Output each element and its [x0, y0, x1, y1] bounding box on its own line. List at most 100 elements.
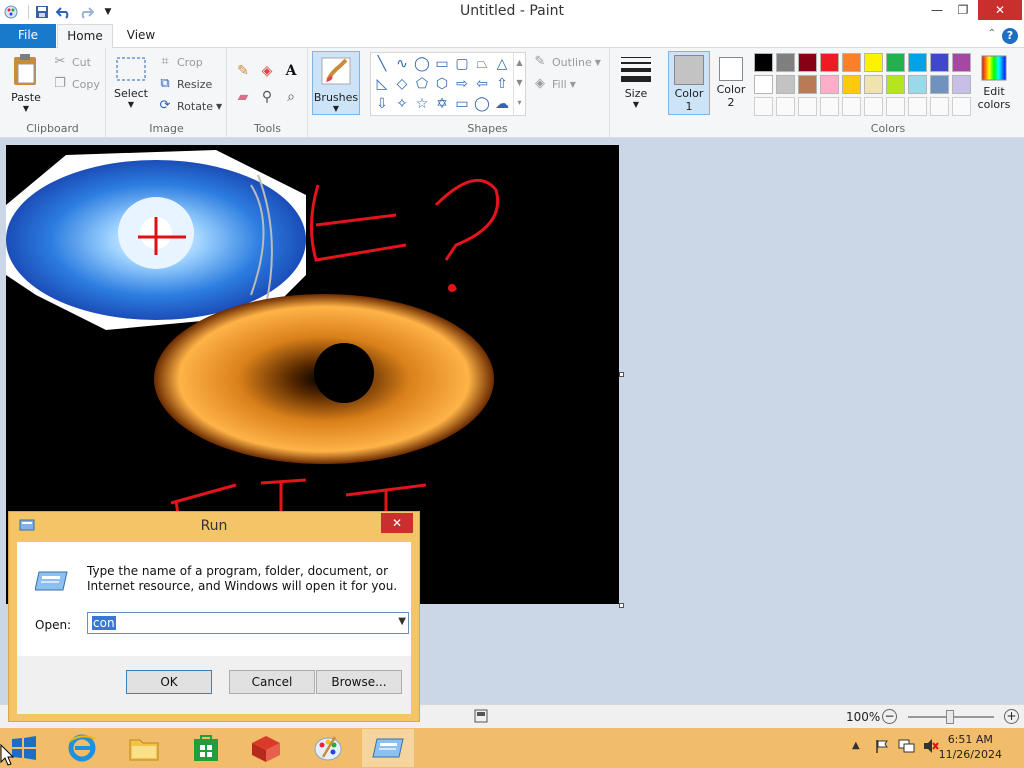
palette-custom-swatch[interactable] [908, 97, 927, 116]
palette-custom-swatch[interactable] [886, 97, 905, 116]
callout-oval-shape-icon[interactable]: ◯ [473, 95, 491, 113]
palette-swatch[interactable] [886, 53, 905, 72]
network-icon[interactable] [898, 738, 916, 757]
taskbar-file-explorer[interactable] [118, 729, 170, 767]
palette-swatch[interactable] [864, 75, 883, 94]
four-point-star-shape-icon[interactable]: ✧ [393, 95, 411, 113]
fill-button[interactable]: ◈ Fill ▼ [532, 76, 576, 92]
magnifier-icon[interactable]: ⌕ [282, 88, 300, 106]
rotate-button[interactable]: ⟳ Rotate ▼ [157, 98, 223, 114]
up-arrow-shape-icon[interactable]: ⇧ [493, 75, 511, 93]
polygon-shape-icon[interactable]: ⏢ [473, 55, 491, 73]
action-center-flag-icon[interactable] [874, 738, 890, 757]
resize-button[interactable]: ⧉ Resize [157, 76, 212, 92]
rectangle-shape-icon[interactable]: ▭ [433, 55, 451, 73]
minimize-ribbon-icon[interactable]: ⌃ [988, 28, 996, 39]
palette-custom-swatch[interactable] [798, 97, 817, 116]
diamond-shape-icon[interactable]: ◇ [393, 75, 411, 93]
restore-button[interactable]: ❐ [950, 0, 976, 20]
taskbar-store[interactable] [180, 729, 232, 767]
left-arrow-shape-icon[interactable]: ⇦ [473, 75, 491, 93]
select-button[interactable]: Select ▼ [113, 56, 149, 109]
size-button[interactable]: Size ▼ [616, 54, 656, 109]
taskbar-internet-explorer[interactable] [56, 729, 108, 767]
pencil-icon[interactable]: ✎ [234, 62, 252, 80]
palette-swatch[interactable] [820, 53, 839, 72]
open-combobox[interactable]: con ▼ [87, 612, 409, 634]
eraser-icon[interactable]: ▰ [234, 88, 252, 106]
palette-custom-swatch[interactable] [820, 97, 839, 116]
line-shape-icon[interactable]: ╲ [373, 55, 391, 73]
palette-swatch[interactable] [776, 75, 795, 94]
zoom-out-button[interactable]: − [882, 709, 897, 724]
palette-swatch[interactable] [776, 53, 795, 72]
cut-button[interactable]: ✂ Cut [52, 54, 91, 70]
copy-button[interactable]: ❐ Copy [52, 76, 100, 92]
palette-custom-swatch[interactable] [776, 97, 795, 116]
palette-custom-swatch[interactable] [754, 97, 773, 116]
palette-custom-swatch[interactable] [842, 97, 861, 116]
palette-swatch[interactable] [820, 75, 839, 94]
six-point-star-shape-icon[interactable]: ✡ [433, 95, 451, 113]
canvas-resize-handle-corner[interactable] [619, 603, 624, 608]
rounded-rectangle-shape-icon[interactable]: ▢ [453, 55, 471, 73]
show-hidden-icons-icon[interactable]: ▲ [852, 740, 860, 751]
palette-swatch[interactable] [908, 75, 927, 94]
callout-cloud-shape-icon[interactable]: ☁ [493, 95, 511, 113]
curve-shape-icon[interactable]: ∿ [393, 55, 411, 73]
taskbar-clock[interactable]: 6:51 AM 11/26/2024 [939, 732, 1002, 762]
tab-file[interactable]: File [0, 24, 56, 48]
brushes-button[interactable]: Brushes ▼ [312, 51, 360, 115]
crop-button[interactable]: ⌗ Crop [157, 54, 202, 70]
browse-button[interactable]: Browse... [316, 670, 402, 694]
canvas-resize-handle-right[interactable] [619, 372, 624, 377]
triangle-shape-icon[interactable]: △ [493, 55, 511, 73]
outline-button[interactable]: ✎ Outline ▼ [532, 54, 601, 70]
oval-shape-icon[interactable]: ◯ [413, 55, 431, 73]
color-picker-icon[interactable]: ⚲ [258, 88, 276, 106]
taskbar-run[interactable] [362, 729, 414, 767]
tab-home[interactable]: Home [57, 24, 113, 49]
shapes-gallery-scroll[interactable]: ▲ ▼ ▾ [513, 53, 525, 115]
zoom-in-button[interactable]: + [1004, 709, 1019, 724]
callout-rect-shape-icon[interactable]: ▭ [453, 95, 471, 113]
palette-swatch[interactable] [864, 53, 883, 72]
fill-bucket-icon[interactable]: ◈ [258, 62, 276, 80]
ok-button[interactable]: OK [126, 670, 212, 694]
palette-custom-swatch[interactable] [930, 97, 949, 116]
palette-swatch[interactable] [798, 53, 817, 72]
palette-swatch[interactable] [930, 53, 949, 72]
palette-swatch[interactable] [842, 53, 861, 72]
palette-swatch[interactable] [798, 75, 817, 94]
zoom-slider-thumb[interactable] [946, 710, 954, 724]
palette-swatch[interactable] [754, 53, 773, 72]
minimize-button[interactable]: — [924, 0, 950, 20]
volume-muted-icon[interactable] [922, 738, 940, 757]
paste-button[interactable]: Paste ▼ [6, 52, 46, 113]
palette-swatch[interactable] [886, 75, 905, 94]
hexagon-shape-icon[interactable]: ⬡ [433, 75, 451, 93]
palette-swatch[interactable] [930, 75, 949, 94]
down-arrow-shape-icon[interactable]: ⇩ [373, 95, 391, 113]
help-icon[interactable]: ? [1002, 28, 1018, 44]
palette-swatch[interactable] [754, 75, 773, 94]
edit-colors-button[interactable]: Edit colors [974, 54, 1014, 111]
palette-custom-swatch[interactable] [952, 97, 971, 116]
close-button[interactable]: ✕ [978, 0, 1022, 20]
chevron-down-icon[interactable]: ▼ [398, 616, 406, 627]
right-triangle-shape-icon[interactable]: ◺ [373, 75, 391, 93]
tab-view[interactable]: View [118, 24, 164, 48]
color2-button[interactable]: Color 2 [712, 51, 750, 109]
right-arrow-shape-icon[interactable]: ⇨ [453, 75, 471, 93]
palette-swatch[interactable] [908, 53, 927, 72]
text-tool-icon[interactable]: A [282, 62, 300, 80]
color1-button[interactable]: Color 1 [668, 51, 710, 115]
five-point-star-shape-icon[interactable]: ☆ [413, 95, 431, 113]
pentagon-shape-icon[interactable]: ⬠ [413, 75, 431, 93]
palette-swatch[interactable] [952, 75, 971, 94]
palette-swatch[interactable] [842, 75, 861, 94]
palette-custom-swatch[interactable] [864, 97, 883, 116]
run-close-button[interactable]: ✕ [381, 513, 413, 533]
taskbar-paint[interactable] [302, 729, 354, 767]
palette-swatch[interactable] [952, 53, 971, 72]
